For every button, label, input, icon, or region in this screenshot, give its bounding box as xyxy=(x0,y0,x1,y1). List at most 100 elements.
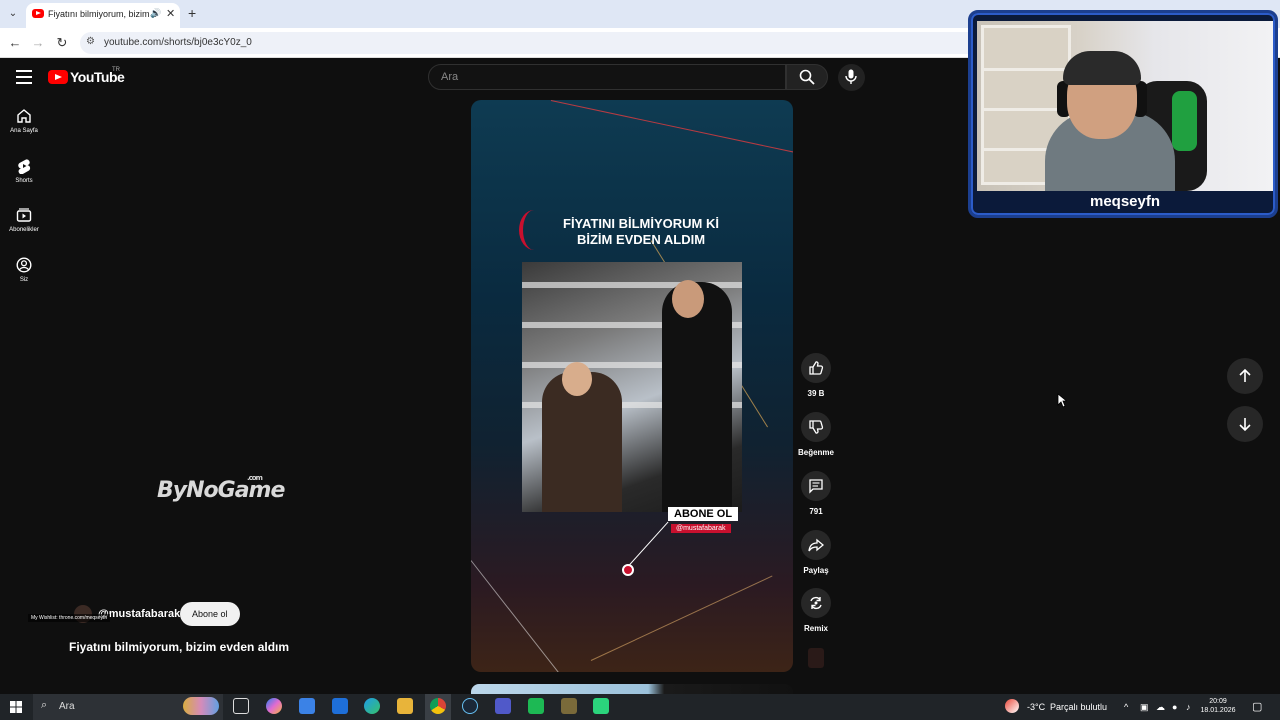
steam-icon[interactable] xyxy=(462,698,478,714)
chat-app-icon[interactable] xyxy=(593,698,609,714)
teams-icon[interactable] xyxy=(495,698,511,714)
watermark-text: ByNoGame xyxy=(157,478,285,503)
chrome-icon[interactable] xyxy=(430,698,446,714)
channel-name[interactable]: @mustafabarak xyxy=(98,608,180,620)
back-button[interactable]: ← xyxy=(6,34,24,52)
thumbs-down-icon xyxy=(809,420,824,434)
taskbar-search[interactable]: ⌕ Ara xyxy=(33,694,223,720)
sidebar-item-label: Shorts xyxy=(15,178,33,184)
microphone-icon xyxy=(845,69,857,84)
sidebar-item-label: Siz xyxy=(19,277,29,283)
tab-close-icon[interactable]: ✕ xyxy=(166,7,175,20)
volume-icon[interactable]: ♪ xyxy=(1186,702,1191,712)
sidebar-item-label: Abonelikler xyxy=(9,227,39,233)
weather-temp[interactable]: -3°C xyxy=(1027,702,1045,712)
video-subscribe-cta: ABONE OL xyxy=(668,507,739,521)
youtube-favicon-icon xyxy=(32,9,44,18)
comment-icon xyxy=(809,479,823,494)
arrow-down-icon xyxy=(1239,418,1251,432)
task-view-icon[interactable] xyxy=(233,698,249,714)
animated-pointer-icon xyxy=(622,564,634,576)
store-icon[interactable] xyxy=(299,698,315,714)
league-app-icon[interactable] xyxy=(561,698,577,714)
comment-count: 791 xyxy=(809,507,823,516)
dislike-button[interactable]: Beğenme xyxy=(796,412,836,457)
remix-label: Remix xyxy=(803,624,828,633)
youtube-play-icon xyxy=(48,70,68,84)
sidebar-item-label: Ana Sayfa xyxy=(10,128,38,134)
watermark-suffix: .com xyxy=(247,474,263,482)
shorts-video-player[interactable]: FİYATINI BİLMİYORUM Kİ BİZİM EVDEN ALDIM… xyxy=(471,100,793,672)
next-short-button[interactable] xyxy=(1227,406,1263,442)
video-headline: FİYATINI BİLMİYORUM Kİ BİZİM EVDEN ALDIM xyxy=(531,216,751,248)
comments-button[interactable]: 791 xyxy=(796,471,836,516)
network-icon[interactable]: ☁ xyxy=(1156,702,1165,713)
reload-button[interactable]: ↻ xyxy=(53,34,71,52)
url-text: youtube.com/shorts/bj0e3cY0z_0 xyxy=(104,37,252,48)
arrow-up-icon xyxy=(1239,368,1251,382)
tray-chevron-icon[interactable]: ^ xyxy=(1124,702,1128,712)
remix-icon xyxy=(810,596,822,610)
audio-playing-icon[interactable]: 🔊 xyxy=(150,8,161,19)
dislike-label: Beğenme xyxy=(797,448,834,457)
mic-tray-icon[interactable]: ● xyxy=(1172,702,1177,712)
search-placeholder: Ara xyxy=(441,71,459,83)
country-code: TR xyxy=(112,67,120,73)
remix-button[interactable]: Remix xyxy=(796,588,836,633)
green-app-icon[interactable] xyxy=(528,698,544,714)
notifications-icon[interactable]: ▢ xyxy=(1252,700,1262,713)
webcam-feed xyxy=(977,21,1273,191)
search-input[interactable]: Ara xyxy=(428,64,786,90)
screen: ⌄ Fiyatını bilmiyorum, bizim e 🔊 ✕ + ← →… xyxy=(0,0,1280,720)
voice-search-button[interactable] xyxy=(838,64,865,91)
share-icon xyxy=(808,538,824,552)
sidebar-item-you[interactable]: Siz xyxy=(0,257,48,283)
short-title[interactable]: Fiyatını bilmiyorum, bizim evden aldım xyxy=(69,640,289,654)
weather-icon[interactable] xyxy=(1005,699,1019,713)
sound-avatar[interactable] xyxy=(808,648,824,668)
subscriptions-icon xyxy=(16,208,32,222)
shorts-icon xyxy=(18,159,31,174)
like-button[interactable]: 39 B xyxy=(796,353,836,398)
sidebar-item-home[interactable]: Ana Sayfa xyxy=(0,108,48,134)
subscribe-button[interactable]: Abone ol xyxy=(180,602,240,626)
clock-date: 18.01.2026 xyxy=(1200,707,1236,714)
outlook-icon[interactable] xyxy=(332,698,348,714)
tab-list-chevron-icon[interactable]: ⌄ xyxy=(4,5,22,23)
new-tab-button[interactable]: + xyxy=(188,5,196,21)
sidebar-item-subscriptions[interactable]: Abonelikler xyxy=(0,207,48,233)
home-icon xyxy=(17,109,31,123)
forward-button[interactable]: → xyxy=(29,34,47,52)
bynogame-watermark-logo: ByNoGame .com xyxy=(157,474,285,503)
sidebar-item-shorts[interactable]: Shorts xyxy=(0,158,48,184)
clock-time: 20:09 xyxy=(1209,698,1227,705)
previous-short-button[interactable] xyxy=(1227,358,1263,394)
streamer-name: meqseyfn xyxy=(1089,193,1161,210)
windows-start-icon[interactable] xyxy=(10,701,22,713)
site-info-icon[interactable]: ⚙ xyxy=(86,36,95,47)
hamburger-menu-icon[interactable] xyxy=(16,70,32,84)
taskbar-search-icon: ⌕ xyxy=(41,699,48,711)
windows-taskbar: ⌕ Ara -3°C Parçalı bulutlu ^ ▣ ☁ ● ♪ 20:… xyxy=(0,694,1280,720)
taskbar-clock[interactable]: 20:09 18.01.2026 xyxy=(1198,697,1238,715)
tray-app-icon[interactable]: ▣ xyxy=(1140,702,1149,713)
video-handle-label: @mustafabarak xyxy=(671,524,731,533)
wishlist-banner: My Wishlist: throne.com/meqseyfn xyxy=(28,614,111,622)
weather-description[interactable]: Parçalı bulutlu xyxy=(1050,702,1107,712)
tab-title: Fiyatını bilmiyorum, bizim e xyxy=(48,9,158,19)
address-bar[interactable]: ⚙ youtube.com/shorts/bj0e3cY0z_0 xyxy=(80,32,980,54)
copilot-icon[interactable] xyxy=(266,698,282,714)
headline-line-1: FİYATINI BİLMİYORUM Kİ xyxy=(563,216,719,231)
share-button[interactable]: Paylaş xyxy=(796,530,836,575)
thumbs-up-icon xyxy=(809,361,824,375)
share-label: Paylaş xyxy=(803,566,829,575)
taskbar-search-placeholder: Ara xyxy=(59,701,75,712)
search-button[interactable] xyxy=(786,64,828,90)
browser-tab-active[interactable]: Fiyatını bilmiyorum, bizim e 🔊 ✕ xyxy=(26,3,180,28)
search-icon xyxy=(799,69,815,85)
file-explorer-icon[interactable] xyxy=(397,698,413,714)
like-count: 39 B xyxy=(807,389,825,398)
search-highlight-icon xyxy=(183,697,219,715)
mouse-cursor-icon xyxy=(1057,393,1067,408)
edge-icon[interactable] xyxy=(364,698,380,714)
